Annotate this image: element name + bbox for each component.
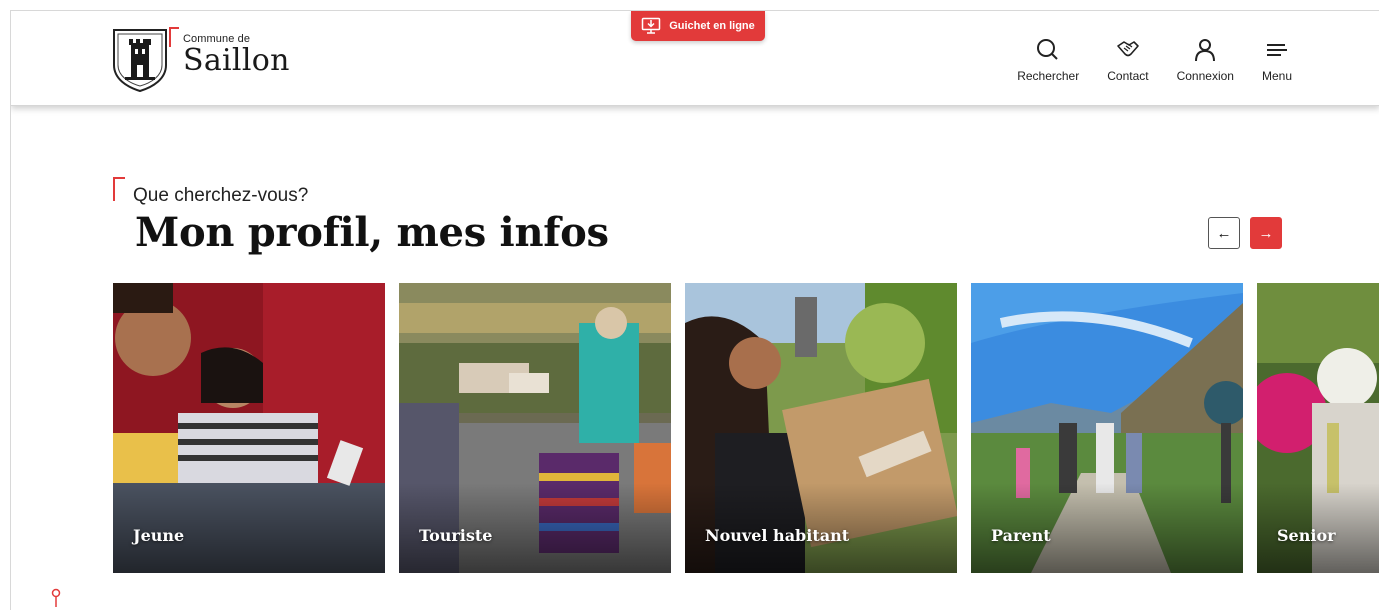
location-pin-icon (51, 588, 61, 607)
profile-card-nouvel-habitant[interactable]: Nouvel habitant (685, 283, 957, 573)
profile-card-parent[interactable]: Parent (971, 283, 1243, 573)
carousel-next-button[interactable]: → (1250, 217, 1282, 249)
nav-label: Connexion (1176, 69, 1234, 83)
handshake-icon (1117, 41, 1139, 57)
carousel-prev-button[interactable]: ← (1208, 217, 1240, 249)
site-header: Commune de Saillon Guichet en ligne Rech… (11, 11, 1379, 106)
user-icon (1195, 39, 1216, 62)
card-label: Touriste (419, 526, 493, 545)
nav-rechercher[interactable]: Rechercher (1017, 37, 1079, 83)
card-label: Parent (991, 526, 1051, 545)
carousel-controls: ← → (1208, 217, 1282, 249)
header-nav: Rechercher Contact Connexion Menu (1017, 37, 1292, 83)
site-logo[interactable]: Commune de Saillon (111, 27, 290, 93)
card-label: Senior (1277, 526, 1336, 545)
nav-contact[interactable]: Contact (1107, 37, 1149, 83)
search-icon (1037, 39, 1058, 60)
profile-card-touriste[interactable]: Touriste (399, 283, 671, 573)
profile-carousel: Jeune Touriste Nouvel habitant Parent Se… (113, 283, 1379, 573)
eyebrow-text: Que cherchez-vous? (133, 185, 309, 206)
card-label: Jeune (133, 526, 185, 545)
guichet-en-ligne-button[interactable]: Guichet en ligne (631, 11, 765, 41)
profile-card-jeune[interactable]: Jeune (113, 283, 385, 573)
logo-title: Saillon (183, 43, 290, 78)
nav-label: Menu (1261, 69, 1292, 83)
card-label: Nouvel habitant (705, 526, 850, 545)
nav-label: Contact (1107, 69, 1149, 83)
guichet-label: Guichet en ligne (669, 20, 755, 32)
nav-label: Rechercher (1017, 69, 1080, 83)
section-title: Mon profil, mes infos (135, 209, 609, 256)
menu-icon (1266, 44, 1287, 56)
page-frame: Commune de Saillon Guichet en ligne Rech… (10, 10, 1379, 610)
download-monitor-icon (641, 17, 661, 34)
logo-accent-corner (169, 27, 179, 47)
nav-connexion[interactable]: Connexion (1177, 37, 1234, 83)
coat-of-arms-icon (113, 29, 167, 93)
profile-card-senior[interactable]: Senior (1257, 283, 1379, 573)
nav-menu[interactable]: Menu (1262, 37, 1292, 83)
eyebrow-accent-corner (113, 177, 125, 201)
